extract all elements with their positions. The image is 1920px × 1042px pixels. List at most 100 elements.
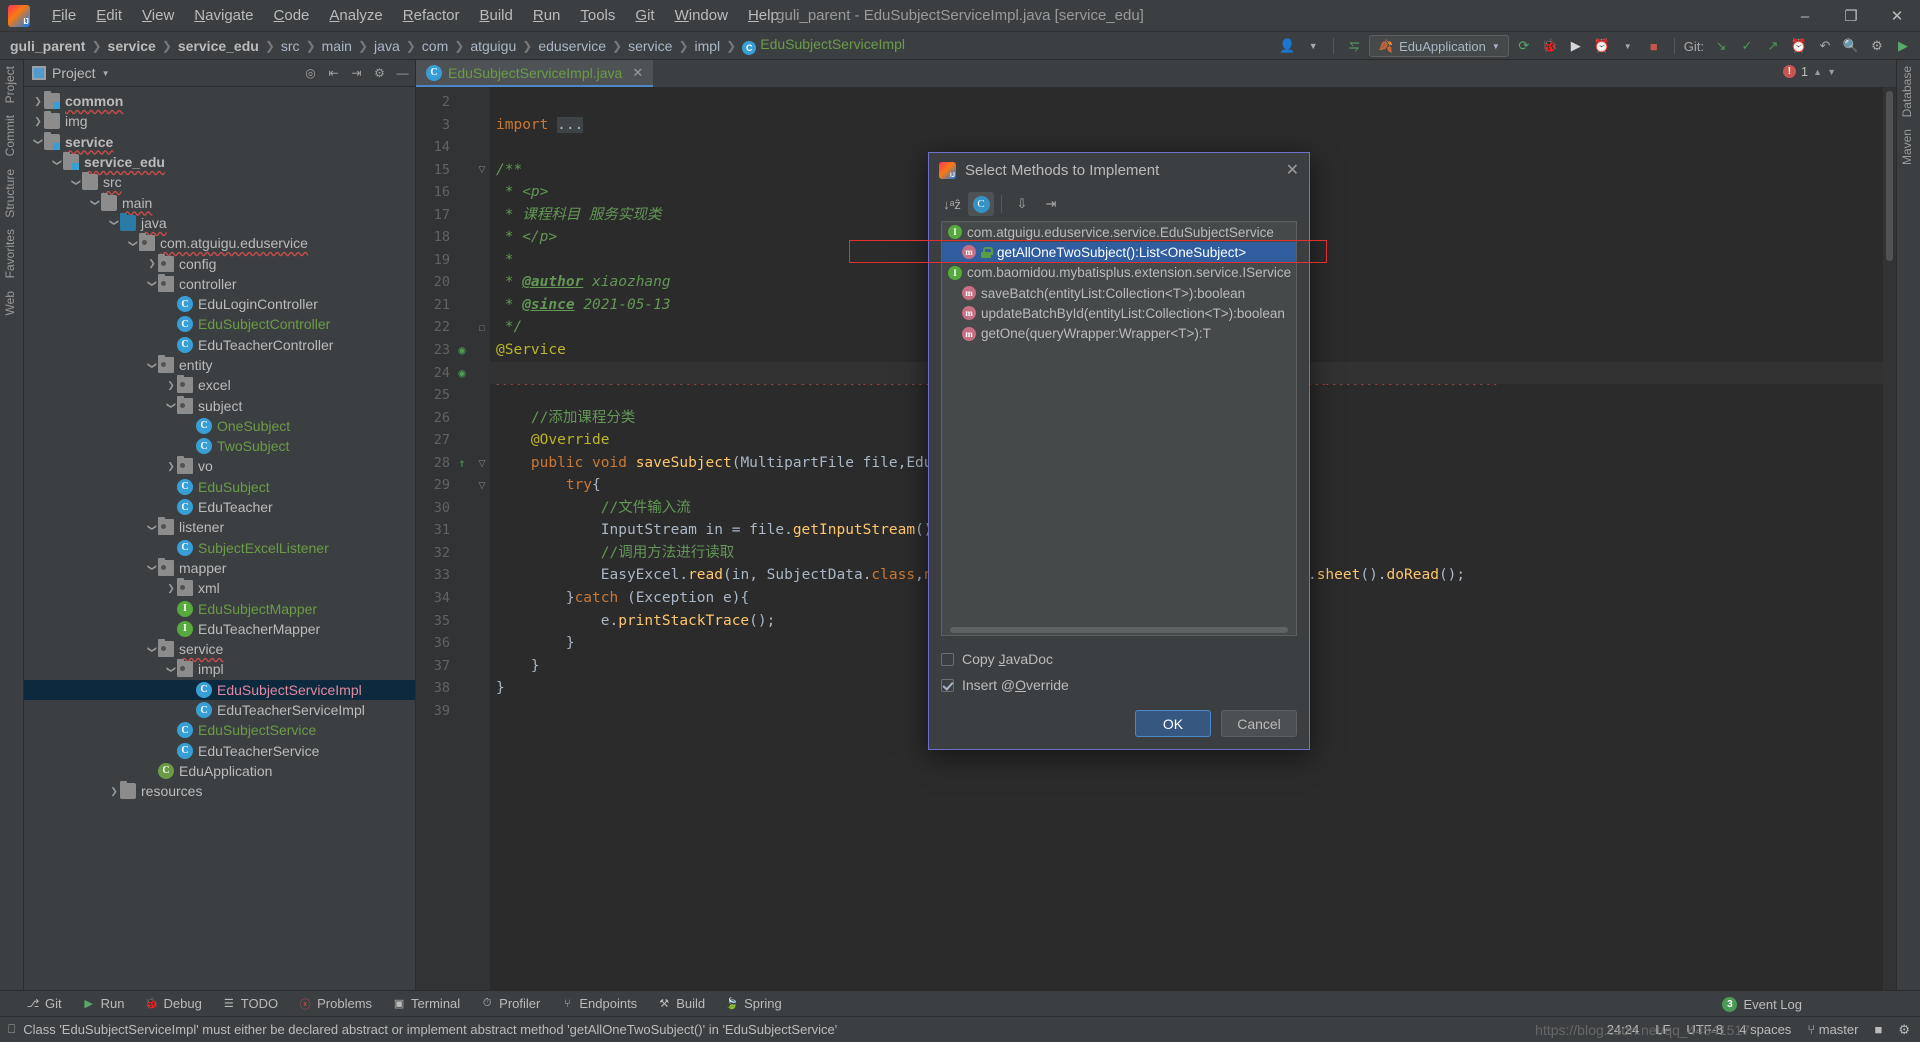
menu-item-edit[interactable]: Edit — [86, 3, 132, 28]
breadcrumb-item-src[interactable]: src — [281, 38, 300, 54]
close-button[interactable]: ✕ — [1874, 0, 1920, 32]
tool-window-button-terminal[interactable]: ▣ Terminal — [392, 996, 460, 1011]
undo-icon[interactable]: ↶ — [1814, 35, 1836, 57]
run-icon[interactable]: ⟳ — [1513, 35, 1535, 57]
tree-node-controller[interactable]: ❯ controller — [24, 273, 415, 294]
menu-item-window[interactable]: Window — [665, 3, 738, 28]
method-list[interactable]: Icom.atguigu.eduservice.service.EduSubje… — [941, 221, 1297, 636]
minimize-icon[interactable]: — — [394, 65, 411, 82]
breadcrumb-item-guli_parent[interactable]: guli_parent — [10, 38, 85, 54]
chevron-right-icon[interactable]: ❯ — [165, 583, 177, 594]
push-arrow-icon[interactable]: ↗ — [1762, 35, 1784, 57]
profiler-icon[interactable]: ⏰ — [1591, 35, 1613, 57]
method-list-item[interactable]: m updateBatchById(entityList:Collection<T… — [942, 303, 1296, 323]
menu-item-run[interactable]: Run — [523, 3, 571, 28]
inspection-gear-icon[interactable]: ⚙ — [1898, 1022, 1910, 1038]
tree-node-config[interactable]: ❯ config — [24, 253, 415, 273]
tree-node-eduteacher[interactable]: ❯CEduTeacher — [24, 497, 415, 517]
tree-node-edusubjectserviceimpl[interactable]: ❯CEduSubjectServiceImpl — [24, 679, 415, 700]
tree-node-eduteachercontroller[interactable]: ❯CEduTeacherController — [24, 335, 415, 355]
run-with-coverage-icon[interactable]: ▶ — [1565, 35, 1587, 57]
chevron-right-icon[interactable]: ❯ — [146, 258, 158, 269]
method-list-item[interactable]: m saveBatch(entityList:Collection<T>):boo… — [942, 283, 1296, 303]
tree-node-edulogincontroller[interactable]: ❯CEduLoginController — [24, 294, 415, 314]
search-icon[interactable]: 🔍 — [1840, 35, 1862, 57]
chevron-right-icon[interactable]: ❯ — [165, 461, 177, 472]
tree-node-subjectexcellistener[interactable]: ❯CSubjectExcelListener — [24, 538, 415, 558]
show-classes-icon[interactable]: C — [968, 192, 994, 216]
run-configuration-selector[interactable]: 🍂 EduApplication ▼ — [1369, 35, 1509, 57]
menu-item-git[interactable]: Git — [625, 3, 664, 28]
sort-alphabetically-icon[interactable]: ↓ᵃẑ — [939, 192, 965, 216]
chevron-down-icon[interactable]: ❯ — [71, 176, 82, 188]
breadcrumb-item-java[interactable]: java — [374, 38, 400, 54]
chevron-down-icon[interactable]: ❯ — [90, 197, 101, 209]
chevron-down-icon[interactable]: ❯ — [147, 562, 158, 574]
tree-node-excel[interactable]: ❯ excel — [24, 375, 415, 395]
method-list-item[interactable]: m getOne(queryWrapper:Wrapper<T>):T — [942, 323, 1296, 343]
fold-marker[interactable]: □ — [474, 316, 490, 339]
scrollbar-thumb[interactable] — [1886, 91, 1893, 261]
tree-node-eduapplication[interactable]: ❯CEduApplication — [24, 761, 415, 781]
method-list-group[interactable]: Icom.atguigu.eduservice.service.EduSubje… — [942, 222, 1296, 242]
menu-item-build[interactable]: Build — [469, 3, 522, 28]
tree-node-edusubjectmapper[interactable]: ❯IEduSubjectMapper — [24, 598, 415, 618]
chevron-down-icon[interactable]: ▼ — [1827, 67, 1836, 77]
breadcrumb-item-com[interactable]: com — [422, 38, 448, 54]
tool-window-button-endpoints[interactable]: ⑂ Endpoints — [560, 996, 637, 1011]
ok-button[interactable]: OK — [1135, 710, 1211, 737]
update-project-icon[interactable]: ↘ — [1710, 35, 1732, 57]
tree-node-service-edu[interactable]: ❯ service_edu — [24, 152, 415, 172]
chevron-right-icon[interactable]: ❯ — [32, 116, 44, 127]
minimize-button[interactable]: – — [1782, 0, 1828, 32]
chevron-up-icon[interactable]: ▲ — [1813, 67, 1822, 77]
menu-item-refactor[interactable]: Refactor — [393, 3, 470, 28]
chevron-down-icon[interactable]: ❯ — [147, 643, 158, 655]
tool-window-button-problems[interactable]: ⓧ Problems — [298, 996, 372, 1011]
tree-node-eduteacherserviceimpl[interactable]: ❯CEduTeacherServiceImpl — [24, 700, 415, 720]
fold-column[interactable]: ▽ □ ▽ ▽ — [474, 87, 490, 990]
close-icon[interactable]: ✕ — [632, 65, 643, 81]
debug-bug-icon[interactable]: 🐞 — [1539, 35, 1561, 57]
build-hammer-icon[interactable]: ⥧ — [1343, 35, 1365, 57]
chevron-right-icon[interactable]: ❯ — [108, 786, 120, 797]
tree-node-common[interactable]: ❯ common — [24, 91, 415, 111]
menu-item-navigate[interactable]: Navigate — [184, 3, 263, 28]
menu-item-help[interactable]: Help — [738, 3, 789, 28]
tool-tab-commit[interactable]: Commit — [0, 109, 20, 162]
copy-javadoc-checkbox[interactable]: Copy JavaDoc — [941, 646, 1297, 672]
tree-node-onesubject[interactable]: ❯COneSubject — [24, 416, 415, 436]
chevron-down-icon[interactable]: ❯ — [147, 359, 158, 371]
tree-node-edusubjectcontroller[interactable]: ❯CEduSubjectController — [24, 314, 415, 334]
breadcrumb-item-eduservice[interactable]: eduservice — [538, 38, 606, 54]
inspection-widget[interactable]: ! 1 ▲ ▼ — [1782, 64, 1836, 79]
project-tree[interactable]: ❯ common ❯ img ❯ service ❯ service_edu ❯ src ❯ main… — [24, 87, 415, 990]
implemented-icon[interactable]: ◉ — [454, 366, 470, 381]
tree-node-img[interactable]: ❯ img — [24, 111, 415, 131]
close-icon[interactable]: ✕ — [1286, 160, 1299, 180]
tree-node-twosubject[interactable]: ❯CTwoSubject — [24, 436, 415, 456]
chevron-down-icon[interactable]: ❯ — [147, 278, 158, 290]
chevron-down-icon[interactable]: ❯ — [109, 217, 120, 229]
tree-node-java[interactable]: ❯ java — [24, 212, 415, 233]
tool-window-button-spring[interactable]: 🍃 Spring — [725, 996, 781, 1011]
cancel-button[interactable]: Cancel — [1221, 710, 1297, 737]
tool-tab-structure[interactable]: Structure — [0, 163, 20, 224]
target-icon[interactable]: ◎ — [302, 65, 319, 82]
menu-item-file[interactable]: File — [42, 3, 86, 28]
menu-item-code[interactable]: Code — [264, 3, 320, 28]
spring-bean-icon[interactable]: ◉ — [454, 343, 470, 358]
tool-window-button-build[interactable]: ⚒ Build — [657, 996, 705, 1011]
chevron-right-icon[interactable]: ❯ — [32, 96, 44, 107]
tree-node-eduteacherservice[interactable]: ❯CEduTeacherService — [24, 741, 415, 761]
checkbox-box[interactable] — [941, 678, 954, 692]
tree-node-src[interactable]: ❯ src — [24, 172, 415, 192]
breadcrumb-item-main[interactable]: main — [322, 38, 352, 54]
tree-node-com-atguigu-eduservice[interactable]: ❯ com.atguigu.eduservice — [24, 233, 415, 253]
tree-node-vo[interactable]: ❯ vo — [24, 456, 415, 476]
chevron-down-icon[interactable]: ❯ — [166, 663, 177, 675]
breadcrumb-item-impl[interactable]: impl — [695, 38, 721, 54]
tree-node-main[interactable]: ❯ main — [24, 192, 415, 212]
method-list-item[interactable]: m getAllOneTwoSubject():List<OneSubject> — [942, 242, 1296, 263]
tool-window-button-todo[interactable]: ☰ TODO — [222, 996, 278, 1011]
